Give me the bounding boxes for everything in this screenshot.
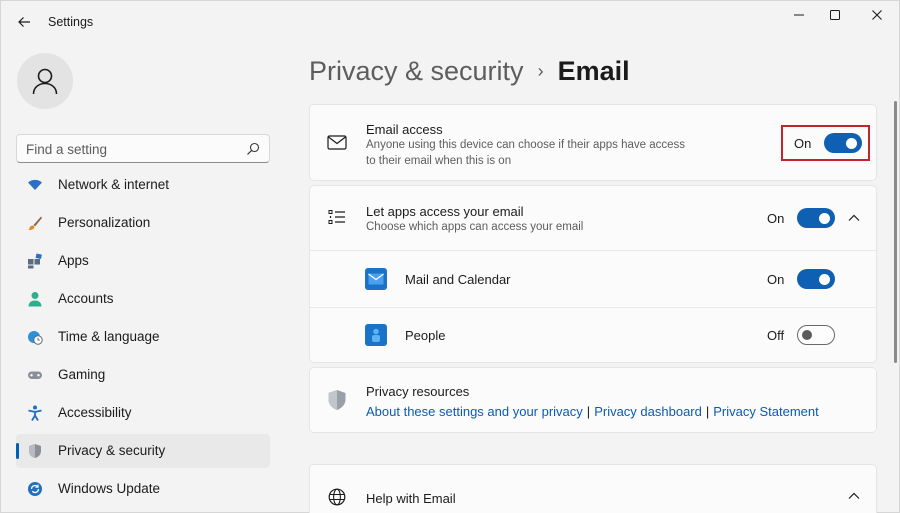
sidebar-item-label: Gaming <box>58 367 106 382</box>
clock-globe-icon <box>26 328 44 346</box>
gamepad-icon <box>26 366 44 384</box>
maximize-button[interactable] <box>817 5 853 25</box>
let-apps-toggle[interactable] <box>797 208 835 228</box>
list-icon <box>327 208 347 226</box>
help-title: Help with Email <box>366 491 456 506</box>
sidebar-nav: Network & internet Personalization Apps … <box>1 173 291 513</box>
let-apps-card: Let apps access your email Choose which … <box>309 185 877 363</box>
sidebar-item-windows-update[interactable]: Windows Update <box>16 472 270 506</box>
close-icon <box>872 10 882 20</box>
link-separator: | <box>586 404 591 419</box>
privacy-resources-title: Privacy resources <box>366 384 470 399</box>
chevron-up-icon[interactable] <box>847 489 861 503</box>
app-row-mail-calendar: Mail and Calendar On <box>310 251 876 307</box>
sidebar-item-label: Network & internet <box>58 177 170 192</box>
mail-icon <box>326 133 348 151</box>
let-apps-row[interactable]: Let apps access your email Choose which … <box>310 186 876 250</box>
back-button[interactable] <box>13 11 35 33</box>
sidebar-item-privacy-security[interactable]: Privacy & security <box>16 434 270 468</box>
app-row-people: People Off <box>310 308 876 363</box>
people-toggle[interactable] <box>797 325 835 345</box>
person-icon <box>26 290 44 308</box>
search-input[interactable] <box>26 140 236 158</box>
app-title: Settings <box>48 15 94 29</box>
toggle-knob <box>819 273 830 285</box>
breadcrumb-separator: › <box>537 60 544 81</box>
app-name: People <box>405 328 446 343</box>
toggle-knob <box>802 330 812 340</box>
privacy-statement-link[interactable]: Privacy Statement <box>713 404 819 419</box>
privacy-dashboard-link[interactable]: Privacy dashboard <box>594 404 702 419</box>
sidebar-item-accessibility[interactable]: Accessibility <box>16 396 270 430</box>
globe-icon <box>327 487 347 507</box>
sidebar-item-label: Accessibility <box>58 405 132 420</box>
close-button[interactable] <box>859 5 895 25</box>
brush-icon <box>26 214 44 232</box>
wifi-icon <box>26 176 44 194</box>
user-icon <box>32 68 58 95</box>
let-apps-state: On <box>767 211 785 226</box>
sidebar-item-label: Time & language <box>58 329 160 344</box>
help-card[interactable]: Help with Email <box>309 464 877 513</box>
shield-icon <box>326 389 348 411</box>
mail-calendar-app-icon <box>365 268 387 290</box>
email-access-description: Anyone using this device can choose if t… <box>366 139 685 167</box>
mail-calendar-toggle[interactable] <box>797 269 835 289</box>
avatar[interactable] <box>17 53 73 109</box>
let-apps-description: Choose which apps can access your email <box>366 221 584 233</box>
app-state: Off <box>767 328 785 343</box>
search-box[interactable] <box>16 134 270 163</box>
sidebar-item-gaming[interactable]: Gaming <box>16 358 270 392</box>
breadcrumb-parent[interactable]: Privacy & security <box>309 56 524 87</box>
search-icon[interactable] <box>246 142 260 156</box>
about-privacy-link[interactable]: About these settings and your privacy <box>366 404 583 419</box>
sidebar-item-accounts[interactable]: Accounts <box>16 282 270 316</box>
let-apps-title: Let apps access your email <box>366 204 524 219</box>
privacy-resources-card: Privacy resources About these settings a… <box>309 367 877 433</box>
chevron-up-icon[interactable] <box>847 211 861 225</box>
privacy-links: About these settings and your privacy | Pr… <box>366 404 819 419</box>
accessibility-icon <box>26 404 44 422</box>
sidebar-item-label: Windows Update <box>58 481 161 496</box>
breadcrumb: Privacy & security › Email <box>309 53 630 89</box>
minimize-button[interactable] <box>781 5 817 25</box>
email-access-title: Email access <box>366 122 443 137</box>
title-bar: Settings <box>1 1 900 43</box>
page-title: Email <box>557 55 630 86</box>
back-arrow-icon <box>18 17 30 27</box>
active-indicator <box>16 443 19 459</box>
sidebar-item-time-language[interactable]: Time & language <box>16 320 270 354</box>
sidebar-item-personalization[interactable]: Personalization <box>16 206 270 240</box>
toggle-knob <box>819 212 830 224</box>
apps-icon <box>26 252 44 270</box>
people-app-icon <box>365 324 387 346</box>
update-icon <box>26 480 44 498</box>
maximize-icon <box>830 10 840 20</box>
app-name: Mail and Calendar <box>405 272 511 287</box>
app-state: On <box>767 272 785 287</box>
link-separator: | <box>705 404 710 419</box>
sidebar-item-label: Privacy & security <box>58 443 166 458</box>
sidebar-item-label: Accounts <box>58 291 114 306</box>
sidebar-item-label: Apps <box>58 253 89 268</box>
highlight-annotation <box>781 125 870 161</box>
minimize-icon <box>794 14 804 16</box>
sidebar-item-apps[interactable]: Apps <box>16 244 270 278</box>
shield-icon <box>26 442 44 460</box>
sidebar-item-label: Personalization <box>58 215 151 230</box>
settings-window: Settings Network & internet Pers <box>0 0 900 513</box>
scrollbar[interactable] <box>894 101 897 363</box>
sidebar-item-network[interactable]: Network & internet <box>16 173 270 202</box>
